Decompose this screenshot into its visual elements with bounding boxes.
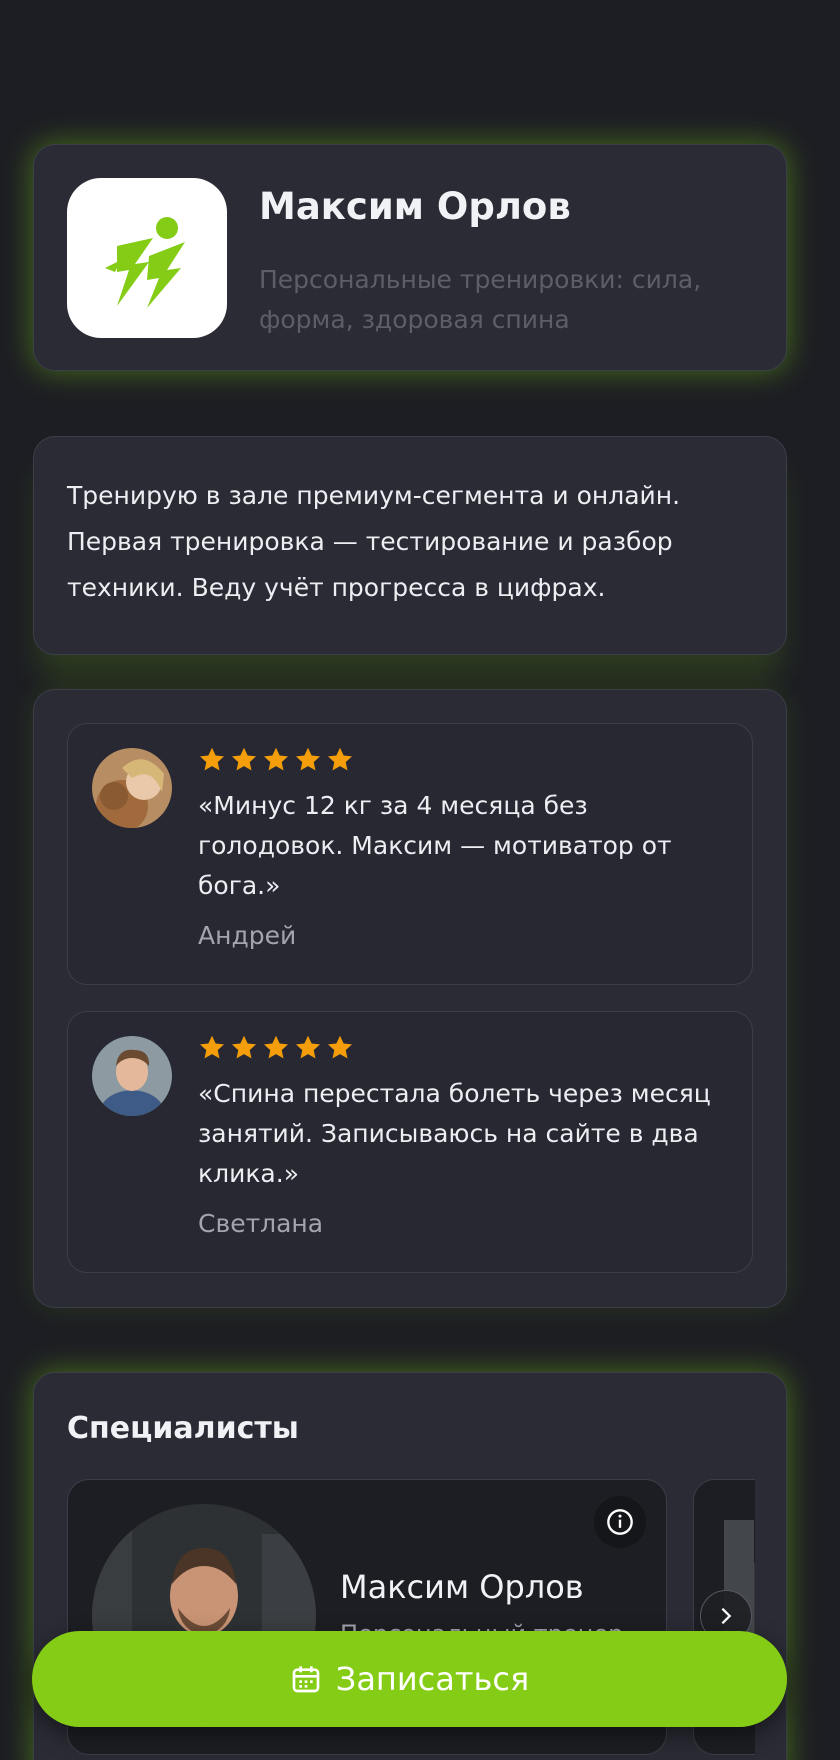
star-icon	[295, 1035, 321, 1059]
review-author: Андрей	[198, 921, 297, 950]
star-icon	[327, 1035, 353, 1059]
info-icon	[607, 1509, 633, 1535]
book-button[interactable]: Записаться	[32, 1631, 787, 1727]
review-item: «Минус 12 кг за 4 месяца без голодовок. …	[67, 723, 753, 985]
review-text: «Минус 12 кг за 4 месяца без голодовок. …	[198, 791, 672, 900]
specialists-title: Специалисты	[67, 1411, 299, 1446]
chevron-right-icon	[721, 1607, 732, 1625]
review-author: Светлана	[198, 1209, 324, 1238]
star-icon	[295, 747, 321, 771]
logo	[67, 178, 227, 338]
book-button-label: Записаться	[335, 1660, 530, 1698]
page: Максим Орлов Персональные тренировки: си…	[0, 0, 840, 1760]
rating-stars	[198, 1034, 354, 1062]
reviews-card: «Минус 12 кг за 4 месяца без голодовок. …	[33, 689, 787, 1308]
calendar-icon	[292, 1666, 320, 1693]
star-icon	[199, 747, 225, 771]
star-icon	[199, 1035, 225, 1059]
about-card: Тренирую в зале премиум-сегмента и онлай…	[33, 436, 787, 655]
specialist-name: Максим Орлов	[340, 1568, 584, 1606]
running-lightning-icon	[105, 217, 185, 308]
star-icon	[263, 747, 289, 771]
star-icon	[231, 747, 257, 771]
star-icon	[327, 747, 353, 771]
info-button[interactable]	[594, 1496, 646, 1548]
review-text: «Спина перестала болеть через месяц заня…	[198, 1079, 711, 1188]
rating-stars	[198, 746, 354, 774]
star-icon	[231, 1035, 257, 1059]
about-text: Тренирую в зале премиум-сегмента и онлай…	[67, 481, 681, 602]
star-icon	[263, 1035, 289, 1059]
reviewer-avatar	[92, 748, 172, 828]
review-item: «Спина перестала болеть через месяц заня…	[67, 1011, 753, 1273]
reviewer-avatar	[92, 1036, 172, 1116]
profile-name: Максим Орлов	[259, 185, 571, 228]
profile-subtitle: Персональные тренировки: сила, форма, зд…	[259, 265, 702, 334]
profile-header-card: Максим Орлов Персональные тренировки: си…	[33, 144, 787, 371]
